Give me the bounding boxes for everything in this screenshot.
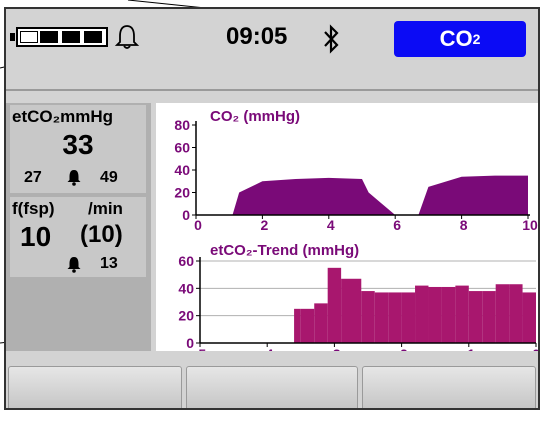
waveform-y-tick-label: 0 (182, 207, 190, 223)
co2-waveform-area (196, 175, 528, 215)
display-screen: 09:05 CO 2 etCO₂mmHg 33 27 49 f(fsp) /mi… (4, 7, 540, 410)
trend-bar (341, 278, 362, 343)
trend-bar (522, 292, 536, 343)
etco2-alarm-high: 49 (100, 169, 118, 186)
charts-svg: 8060402000246810CO₂ (mmHg)6040200-5-4-3-… (174, 108, 540, 362)
values-panel: etCO₂mmHg 33 27 49 f(fsp) /min 10 (10) 1… (6, 103, 151, 351)
trend-bar (415, 285, 429, 343)
resp-rate-box[interactable]: f(fsp) /min 10 (10) 13 (10, 197, 146, 277)
waveform-x-tick-label: 4 (327, 217, 335, 233)
clock-time: 09:05 (226, 23, 288, 50)
trend-y-tick-label: 60 (178, 253, 194, 269)
co2-mode-badge[interactable]: CO 2 (394, 21, 526, 57)
waveform-x-tick-label: 2 (261, 217, 269, 233)
resp-rate-label: f(fsp) (12, 199, 55, 218)
trend-bar (294, 308, 301, 343)
trend-bar (482, 291, 496, 343)
header-divider (6, 89, 538, 91)
trend-bar (455, 285, 469, 343)
waveform-x-tick-label: 8 (460, 217, 468, 233)
trend-bar (509, 284, 523, 343)
waveform-x-tick-label: 6 (393, 217, 401, 233)
trend-x-tick-label: -1 (463, 346, 476, 351)
trend-bar (428, 286, 442, 343)
etco2-box[interactable]: etCO₂mmHg 33 27 49 (10, 105, 146, 193)
trend-title: etCO₂-Trend (mmHg) (210, 242, 359, 259)
trend-x-tick-label: -5 (194, 346, 207, 351)
monitor-device: 09:05 CO 2 etCO₂mmHg 33 27 49 f(fsp) /mi… (0, 0, 548, 422)
co2-badge-subscript: 2 (472, 31, 481, 47)
trend-bar (300, 308, 315, 343)
trend-x-tick-label: -4 (261, 346, 274, 351)
resp-rate-value: 10 (20, 221, 52, 252)
status-bar: 09:05 CO 2 (6, 9, 538, 67)
trend-x-tick-label: 0 (532, 346, 540, 351)
etco2-label: etCO₂mmHg (12, 107, 114, 126)
trend-bar (327, 267, 342, 343)
trend-y-tick-label: 40 (178, 280, 194, 296)
trend-bar (401, 292, 416, 343)
trend-bar (314, 303, 328, 343)
trend-bar (388, 292, 402, 343)
plot-area: 8060402000246810CO₂ (mmHg)6040200-5-4-3-… (156, 103, 540, 362)
etco2-alarm-low: 27 (24, 169, 42, 186)
waveform-y-tick-label: 20 (174, 185, 190, 201)
alarm-bell-icon (67, 170, 81, 186)
resp-rate-unit: /min (88, 199, 123, 218)
resp-alarm-high: 13 (100, 255, 118, 272)
waveform-y-tick-label: 60 (174, 140, 190, 156)
bell-icon[interactable] (114, 23, 140, 51)
bluetooth-icon (324, 24, 339, 54)
softkey-2-button[interactable] (186, 366, 358, 408)
softkey-bar (6, 366, 538, 408)
co2-badge-label: CO (439, 26, 473, 51)
resp-rate-set: (10) (80, 221, 123, 248)
trend-bar (495, 284, 510, 343)
trend-x-tick-label: -2 (395, 346, 408, 351)
waveform-y-tick-label: 40 (174, 162, 190, 178)
alarm-bell-icon (67, 257, 81, 273)
trend-bar (441, 286, 456, 343)
waveform-x-tick-label: 10 (522, 217, 538, 233)
trend-bar (468, 291, 483, 343)
trend-x-tick-label: -3 (328, 346, 341, 351)
trend-bar (374, 292, 389, 343)
trend-y-tick-label: 20 (178, 308, 194, 324)
softkey-3-button[interactable] (362, 366, 536, 408)
etco2-value: 33 (62, 129, 94, 160)
trend-bar (361, 291, 375, 343)
waveform-y-tick-label: 80 (174, 117, 190, 133)
waveform-x-tick-label: 0 (194, 217, 202, 233)
waveform-title: CO₂ (mmHg) (210, 108, 300, 125)
battery-icon (10, 27, 108, 47)
softkey-1-button[interactable] (8, 366, 182, 408)
